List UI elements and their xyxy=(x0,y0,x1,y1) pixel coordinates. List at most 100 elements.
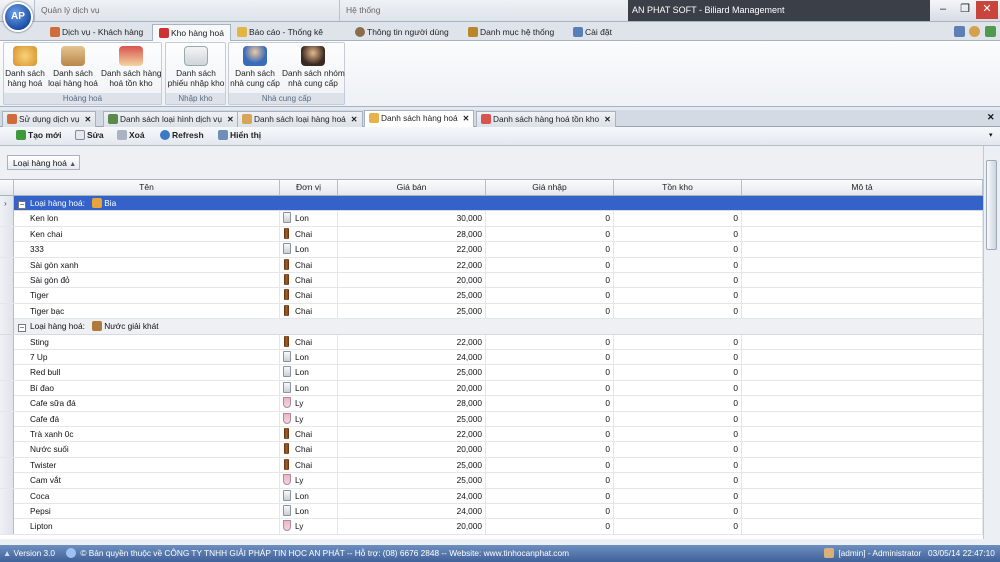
cell-unit[interactable]: Chai xyxy=(280,457,338,473)
cell-cost[interactable]: 0 xyxy=(486,257,614,273)
table-row[interactable]: Trà xanh 0c Chai 22,000 0 0 xyxy=(0,427,983,443)
row-indicator[interactable] xyxy=(0,257,14,273)
close-tab-icon[interactable]: ✕ xyxy=(604,115,611,124)
cell-price[interactable]: 20,000 xyxy=(338,442,486,458)
column-header-name[interactable]: Tên xyxy=(14,180,280,196)
cell-unit[interactable]: Chai xyxy=(280,303,338,319)
cell-unit[interactable]: Chai xyxy=(280,334,338,350)
row-indicator[interactable] xyxy=(0,242,14,258)
close-button[interactable]: ✕ xyxy=(976,1,998,19)
table-row[interactable]: Sài gòn xanh Chai 22,000 0 0 xyxy=(0,257,983,273)
ribbon-tab-reports[interactable]: Báo cáo - Thống kê xyxy=(231,24,329,41)
cell-description[interactable] xyxy=(742,380,983,396)
doc-tab-goods-list[interactable]: Danh sách hàng hoá ✕ xyxy=(364,110,475,127)
table-row[interactable]: Twister Chai 25,000 0 0 xyxy=(0,457,983,474)
ribbon-tab-catalog[interactable]: Danh mục hệ thống xyxy=(462,24,560,41)
cell-stock[interactable]: 0 xyxy=(614,350,742,365)
cell-cost[interactable]: 0 xyxy=(486,473,614,489)
cell-description[interactable] xyxy=(742,473,983,489)
cell-cost[interactable]: 0 xyxy=(486,457,614,473)
cell-price[interactable]: 20,000 xyxy=(338,519,486,535)
row-indicator[interactable] xyxy=(0,473,14,489)
cell-description[interactable] xyxy=(742,350,983,365)
cell-name[interactable]: Cam vắt xyxy=(14,473,280,489)
cell-unit[interactable]: Chai xyxy=(280,226,338,242)
cell-name[interactable]: Ken lon xyxy=(14,211,280,227)
refresh-button[interactable]: Refresh xyxy=(160,130,204,140)
table-row[interactable]: Lipton Ly 20,000 0 0 xyxy=(0,519,983,535)
table-row[interactable]: Ken chai Chai 28,000 0 0 xyxy=(0,226,983,243)
cell-stock[interactable]: 0 xyxy=(614,504,742,519)
cell-unit[interactable]: Chai xyxy=(280,288,338,304)
cell-name[interactable]: Trà xanh 0c xyxy=(14,427,280,442)
row-indicator[interactable] xyxy=(0,273,14,288)
cell-cost[interactable]: 0 xyxy=(486,380,614,396)
cell-stock[interactable]: 0 xyxy=(614,396,742,412)
close-tab-icon[interactable]: ✕ xyxy=(227,115,234,124)
doc-tab-service-types[interactable]: Danh sách loại hình dịch vụ ✕ xyxy=(103,111,239,127)
cell-cost[interactable]: 0 xyxy=(486,519,614,535)
cell-name[interactable]: Sài gòn đỏ xyxy=(14,273,280,288)
table-row[interactable]: Cam vắt Ly 25,000 0 0 xyxy=(0,473,983,489)
cell-cost[interactable]: 0 xyxy=(486,427,614,442)
user-icon[interactable] xyxy=(969,26,980,37)
row-indicator[interactable] xyxy=(0,288,14,304)
cell-price[interactable]: 25,000 xyxy=(338,288,486,304)
close-tab-icon[interactable]: ✕ xyxy=(351,115,358,124)
row-indicator[interactable] xyxy=(0,211,14,227)
supplier-list-button[interactable]: Danh sách nhà cung cấp xyxy=(230,45,280,93)
cell-name[interactable]: Tiger xyxy=(14,288,280,304)
row-indicator[interactable] xyxy=(0,319,14,335)
cell-unit[interactable]: Chai xyxy=(280,442,338,458)
column-header-stock[interactable]: Tồn kho xyxy=(614,180,742,196)
delete-button[interactable]: Xoá xyxy=(117,130,145,140)
row-indicator[interactable] xyxy=(0,427,14,442)
cell-price[interactable]: 22,000 xyxy=(338,242,486,258)
cell-unit[interactable]: Lon xyxy=(280,350,338,365)
new-button[interactable]: Tạo mới xyxy=(16,130,61,140)
cell-name[interactable]: Pepsi xyxy=(14,504,280,519)
cell-stock[interactable]: 0 xyxy=(614,473,742,489)
cell-name[interactable]: 333 xyxy=(14,242,280,258)
goods-stock-list-button[interactable]: Danh sách hàng hoá tồn kho xyxy=(101,45,161,93)
supplier-group-list-button[interactable]: Danh sách nhóm nhà cung cấp xyxy=(282,45,345,93)
cell-description[interactable] xyxy=(742,365,983,381)
cell-description[interactable] xyxy=(742,288,983,304)
row-indicator[interactable] xyxy=(0,226,14,242)
cell-unit[interactable]: Lon xyxy=(280,380,338,396)
cell-name[interactable]: Sài gòn xanh xyxy=(14,257,280,273)
row-indicator[interactable] xyxy=(0,488,14,504)
cell-description[interactable] xyxy=(742,427,983,442)
cell-unit[interactable]: Lon xyxy=(280,504,338,519)
table-row[interactable]: 7 Up Lon 24,000 0 0 xyxy=(0,350,983,366)
cell-name[interactable]: Tiger bạc xyxy=(14,303,280,319)
group-row[interactable]: − Loại hàng hoá: Nước giải khát xyxy=(0,319,983,335)
cell-name[interactable]: Twister xyxy=(14,457,280,473)
cell-name[interactable]: Nước suối xyxy=(14,442,280,458)
cell-stock[interactable]: 0 xyxy=(614,288,742,304)
table-row[interactable]: 333 Lon 22,000 0 0 xyxy=(0,242,983,258)
row-indicator[interactable] xyxy=(0,457,14,473)
cell-cost[interactable]: 0 xyxy=(486,411,614,427)
cell-unit[interactable]: Chai xyxy=(280,427,338,442)
cell-description[interactable] xyxy=(742,457,983,473)
row-indicator[interactable] xyxy=(0,411,14,427)
collapse-icon[interactable]: − xyxy=(18,201,26,209)
cell-stock[interactable]: 0 xyxy=(614,519,742,535)
cell-cost[interactable]: 0 xyxy=(486,504,614,519)
cell-cost[interactable]: 0 xyxy=(486,396,614,412)
cell-price[interactable]: 24,000 xyxy=(338,350,486,365)
table-row[interactable]: Pepsi Lon 24,000 0 0 xyxy=(0,504,983,520)
exit-icon[interactable] xyxy=(985,26,996,37)
close-tab-icon[interactable]: ✕ xyxy=(463,114,470,123)
cell-price[interactable]: 22,000 xyxy=(338,427,486,442)
cell-unit[interactable]: Chai xyxy=(280,257,338,273)
show-button[interactable]: Hiển thị xyxy=(218,130,261,140)
cell-description[interactable] xyxy=(742,242,983,258)
column-header-cost[interactable]: Giá nhập xyxy=(486,180,614,196)
cell-unit[interactable]: Ly xyxy=(280,396,338,412)
cell-description[interactable] xyxy=(742,504,983,519)
table-row[interactable]: Coca Lon 24,000 0 0 xyxy=(0,488,983,504)
row-indicator[interactable] xyxy=(0,442,14,458)
row-indicator[interactable]: › xyxy=(0,196,14,211)
